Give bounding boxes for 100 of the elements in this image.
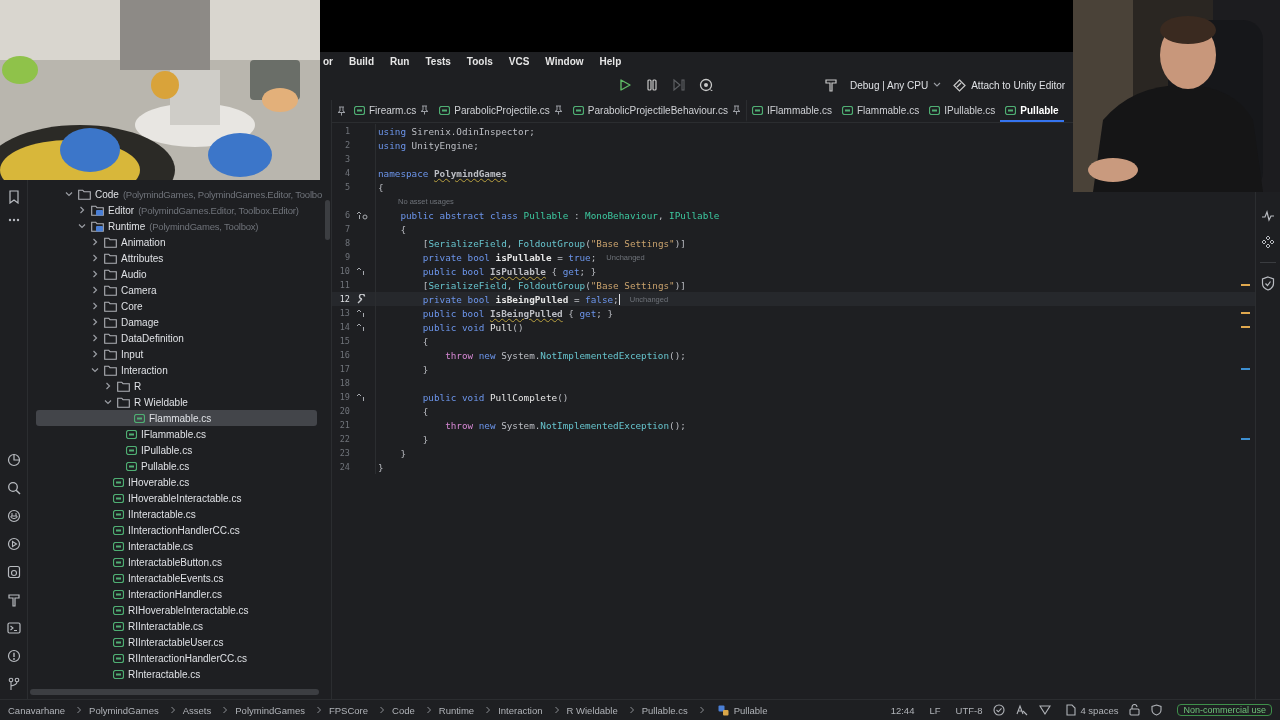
tree-item[interactable]: RInteractable.cs [28, 666, 317, 682]
tree-item-label: Core [121, 300, 143, 312]
tree-item[interactable]: RIInteractionHandlerCC.cs [28, 650, 317, 666]
tree-item[interactable]: InteractionHandler.cs [28, 586, 317, 602]
tree-item[interactable]: IHoverableInteractable.cs [28, 490, 317, 506]
line-number: 1 [343, 126, 350, 136]
tree-item[interactable]: Camera [28, 282, 317, 298]
line-number: 6 [343, 210, 350, 220]
breadcrumb[interactable]: Canavarhane [8, 704, 66, 716]
line-number: 3 [343, 154, 350, 164]
run-configuration-dropdown[interactable]: Debug | Any CPU [850, 79, 942, 91]
breadcrumb[interactable]: FPSCore [328, 704, 369, 716]
tree-item-label: R Wieldable [134, 396, 188, 408]
code-line: namespace PolymindGames [378, 167, 507, 179]
breadcrumb[interactable]: Runtime [438, 704, 475, 716]
menu-item[interactable]: VCS [508, 55, 530, 67]
cursor-position[interactable]: 12:44 [890, 704, 915, 716]
breadcrumb[interactable]: Code [392, 704, 415, 716]
tree-item-label: InteractionHandler.cs [128, 588, 222, 600]
tree-item[interactable]: IHoverable.cs [28, 474, 317, 490]
tree-item[interactable]: RIInteractableUser.cs [28, 634, 317, 650]
code-line: public void PullComplete() [421, 391, 569, 403]
code-line: { [399, 223, 406, 235]
breadcrumb[interactable]: Pullable [733, 704, 768, 716]
tree-item[interactable]: R [28, 378, 317, 394]
tree-item-label: Attributes [121, 252, 164, 264]
editor-tab[interactable]: Pullable [1000, 100, 1064, 122]
line-number: 16 [338, 350, 350, 360]
tree-item-label: IInteractionHandlerCC.cs [128, 524, 240, 536]
code-line: using Sirenix.OdinInspector; [378, 125, 535, 137]
tab-label: IPullable.cs [944, 104, 996, 116]
tree-item[interactable]: Editor (PolymindGames.Editor, Toolbox.Editor) [28, 202, 317, 218]
editor-tab[interactable]: Firearm.cs [349, 100, 435, 122]
tree-item-label: Pullable.cs [141, 460, 190, 472]
line-number: 10 [338, 266, 350, 276]
menu-item[interactable]: Tools [466, 55, 493, 67]
tree-item-label: Input [121, 348, 144, 360]
tree-item-label: DataDefinition [121, 332, 184, 344]
file-encoding[interactable]: UTF-8 [955, 704, 983, 716]
editor-tab[interactable]: ParabolicProjectile.cs [434, 100, 568, 122]
tree-item-hint: (PolymindGames.Editor, Toolbox.Editor) [138, 204, 299, 216]
tree-item[interactable]: Animation [28, 234, 317, 250]
tree-item[interactable]: IFlammable.cs [28, 426, 317, 442]
tree-item[interactable]: Audio [28, 266, 317, 282]
tree-item-label: Audio [121, 268, 147, 280]
tree-item[interactable]: InteractableButton.cs [28, 554, 317, 570]
tree-item[interactable]: Attributes [28, 250, 317, 266]
indent-setting[interactable]: 4 spaces [1066, 704, 1119, 716]
tree-item[interactable]: Interaction [28, 362, 317, 378]
tree-item-hint: (PolymindGames, PolymindGames.Editor, Toolbo [122, 188, 322, 200]
line-ending[interactable]: LF [929, 704, 941, 716]
line-number: 20 [338, 406, 350, 416]
tree-item-label: IInteractable.cs [128, 508, 196, 520]
tree-item[interactable]: IInteractionHandlerCC.cs [28, 522, 317, 538]
code-line: { [421, 405, 429, 417]
attach-button[interactable]: Attach to Unity Editor [953, 78, 1066, 92]
tree-item[interactable]: Runtime (PolymindGames, Toolbox) [28, 218, 317, 234]
breadcrumb[interactable]: R Wieldable [566, 704, 618, 716]
line-number: 5 [343, 182, 350, 192]
tab-label: Firearm.cs [369, 104, 417, 116]
line-number: 7 [343, 224, 350, 234]
code-line: [SerializeField, FoldoutGroup("Base Settings")] [421, 279, 686, 291]
tree-item[interactable]: Input [28, 346, 317, 362]
tree-item[interactable]: RIInteractable.cs [28, 618, 317, 634]
menu-item[interactable]: Help [599, 55, 622, 67]
breadcrumb[interactable]: Pullable.cs [641, 704, 688, 716]
tree-item-label: InteractableButton.cs [128, 556, 222, 568]
tree-item[interactable]: Flammable.cs [36, 410, 317, 426]
tree-item[interactable]: Damage [28, 314, 317, 330]
breadcrumb[interactable]: PolymindGames [235, 704, 305, 716]
tree-item-label: RIInteractionHandlerCC.cs [128, 652, 247, 664]
tree-item[interactable]: Pullable.cs [28, 458, 317, 474]
tree-item[interactable]: InteractableEvents.cs [28, 570, 317, 586]
tree-item[interactable]: IPullable.cs [28, 442, 317, 458]
tree-item[interactable]: Interactable.cs [28, 538, 317, 554]
menu-item[interactable]: Build [349, 55, 374, 67]
tree-item-label: Editor [108, 204, 135, 216]
tree-item[interactable]: DataDefinition [28, 330, 317, 346]
line-number: 12 [338, 294, 350, 304]
breadcrumb[interactable]: Interaction [498, 704, 543, 716]
tree-item-label: RInteractable.cs [128, 668, 201, 680]
license-badge[interactable]: Non-commercial use [1177, 704, 1272, 716]
editor-tab[interactable]: IFlammable.cs [745, 100, 837, 122]
menu-item[interactable]: Tests [425, 55, 451, 67]
menu-item[interactable]: or [323, 55, 333, 67]
menu-item[interactable]: Run [390, 55, 410, 67]
tree-item[interactable]: Core [28, 298, 317, 314]
tree-item[interactable]: IInteractable.cs [28, 506, 317, 522]
tree-item[interactable]: R Wieldable [28, 394, 317, 410]
menu-item[interactable]: Window [545, 55, 584, 67]
editor-tab[interactable]: Flammable.cs [836, 100, 925, 122]
breadcrumb[interactable]: PolymindGames [89, 704, 159, 716]
code-line: throw new System.NotImplementedException(); [444, 419, 686, 431]
editor-tab[interactable]: IPullable.cs [924, 100, 1001, 122]
tree-item-label: IFlammable.cs [141, 428, 206, 440]
editor-tab[interactable]: ParabolicProjectileBehaviour.cs [567, 100, 746, 122]
breadcrumb[interactable]: Assets [182, 704, 212, 716]
line-number: 18 [338, 378, 350, 388]
tree-item-label: Code [95, 188, 119, 200]
tree-item[interactable]: RIHoverableInteractable.cs [28, 602, 317, 618]
